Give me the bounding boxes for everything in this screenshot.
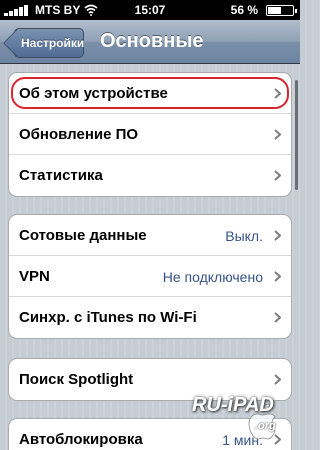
watermark-logo: RU-iPAD .org	[188, 390, 296, 446]
cell-label: Статистика	[19, 167, 103, 184]
chevron-right-icon	[274, 88, 281, 99]
battery-percent: 56 %	[230, 3, 258, 17]
cell-value: Выкл.	[225, 228, 263, 244]
settings-group-network: Сотовые данные Выкл. VPN Не подключено С…	[8, 214, 292, 339]
cell-label: VPN	[19, 268, 50, 285]
chevron-right-icon	[274, 170, 281, 181]
back-button-label: Настройки	[21, 36, 85, 50]
chevron-right-icon	[274, 312, 281, 323]
cell-about-device[interactable]: Об этом устройстве	[9, 73, 291, 114]
page-title: Основные	[100, 30, 204, 52]
chevron-right-icon	[274, 230, 281, 241]
watermark-text: RU-iPAD	[192, 394, 274, 416]
status-bar: MTS BY 15:07 56 %	[0, 0, 300, 20]
cell-itunes-wifi-sync[interactable]: Синхр. с iTunes по Wi-Fi	[9, 297, 291, 338]
cell-cellular-data[interactable]: Сотовые данные Выкл.	[9, 215, 291, 256]
cell-label: Сотовые данные	[19, 227, 147, 244]
chevron-right-icon	[274, 271, 281, 282]
watermark-suffix: .org	[255, 420, 276, 432]
cell-value: Не подключено	[162, 269, 263, 285]
chevron-right-icon	[274, 374, 281, 385]
battery-level-fill	[268, 7, 281, 14]
cell-statistics[interactable]: Статистика	[9, 155, 291, 196]
chevron-right-icon	[274, 129, 281, 140]
cell-label: Синхр. с iTunes по Wi-Fi	[19, 309, 197, 326]
cell-software-update[interactable]: Обновление ПО	[9, 114, 291, 155]
settings-group-device: Об этом устройстве Обновление ПО Статист…	[8, 72, 292, 197]
scroll-indicator[interactable]	[295, 80, 298, 190]
cell-label: Обновление ПО	[19, 126, 139, 143]
navigation-bar: Настройки Основные	[0, 20, 300, 64]
cell-label: Об этом устройстве	[19, 85, 168, 102]
cell-label: Поиск Spotlight	[19, 371, 134, 388]
cell-label: Автоблокировка	[19, 431, 143, 448]
back-button-settings[interactable]: Настройки	[2, 28, 85, 58]
battery-icon	[266, 5, 297, 16]
cell-vpn[interactable]: VPN Не подключено	[9, 256, 291, 297]
